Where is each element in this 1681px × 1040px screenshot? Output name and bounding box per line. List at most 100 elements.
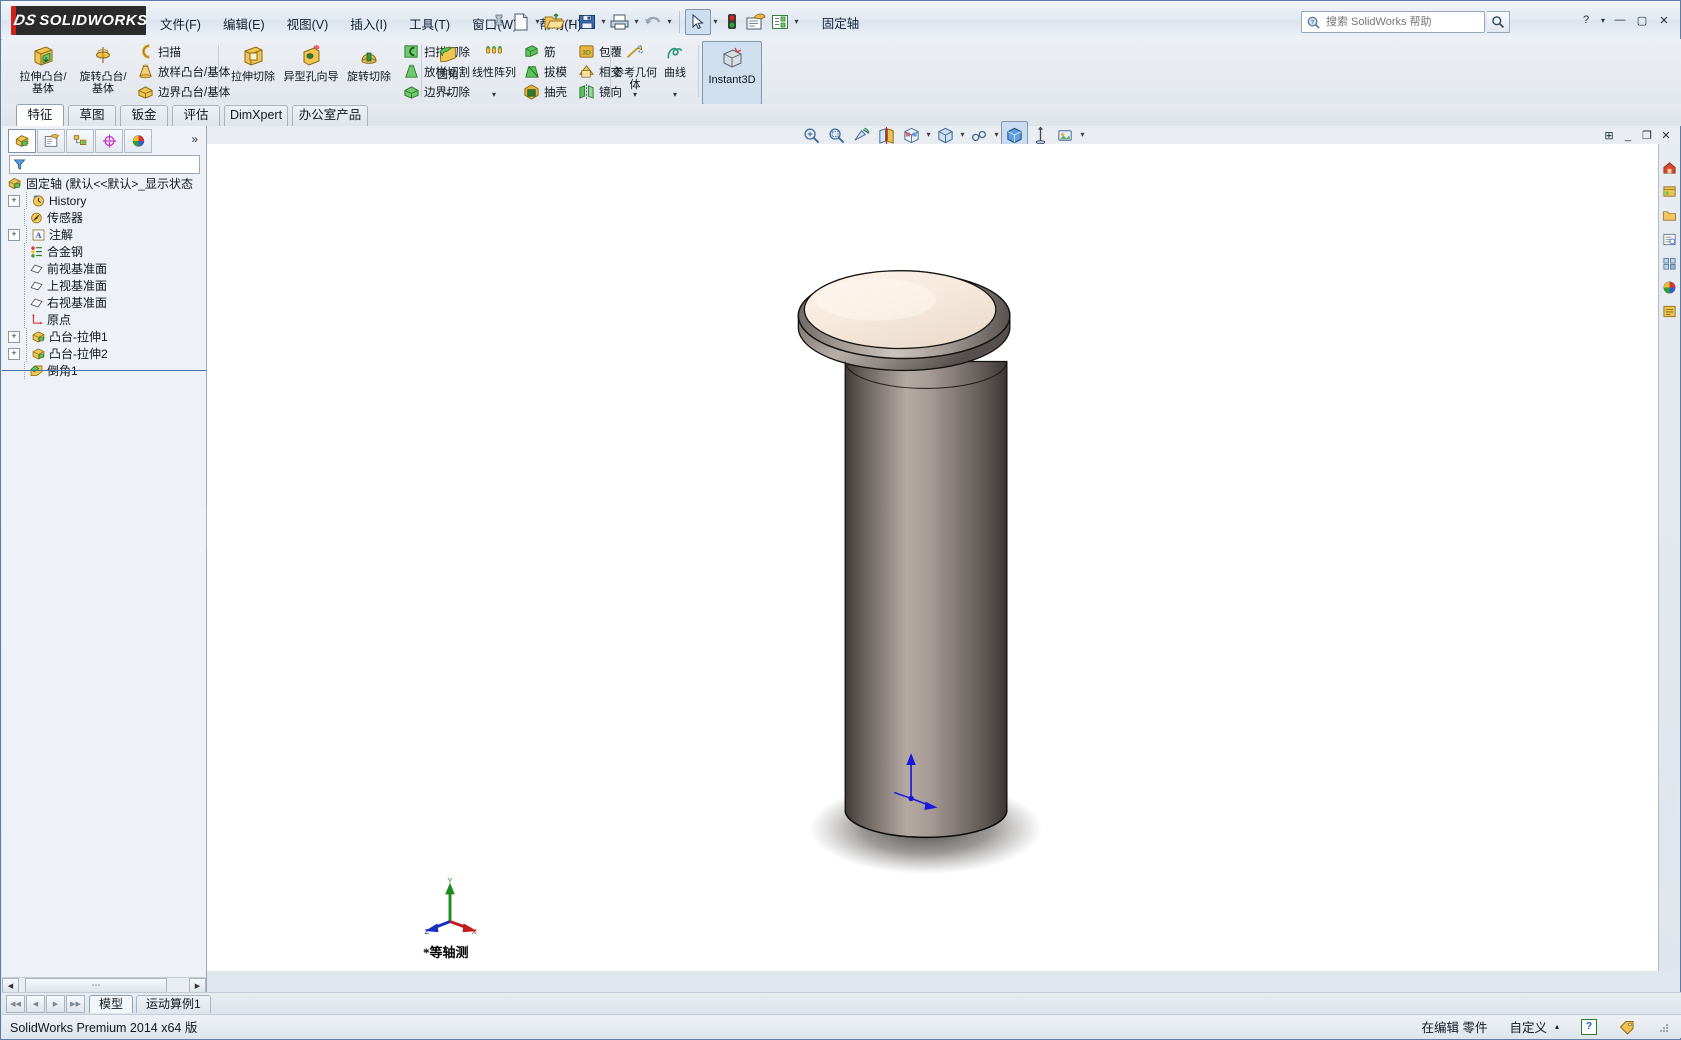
hole-wizard-button[interactable]: 异型孔向导	[282, 41, 340, 103]
configuration-manager-tab[interactable]	[66, 129, 94, 153]
file-explorer-icon[interactable]	[1659, 204, 1679, 226]
tree-item-front-plane[interactable]: 前视基准面	[2, 260, 206, 277]
tree-item-material[interactable]: 合金钢	[2, 243, 206, 260]
search-tab-icon[interactable]	[1659, 228, 1679, 250]
design-library-icon[interactable]	[1659, 180, 1679, 202]
scroll-thumb[interactable]: ⋯	[25, 978, 167, 993]
dimxpert-manager-tab[interactable]	[95, 129, 123, 153]
display-manager-tab[interactable]	[124, 129, 152, 153]
close-button[interactable]: ✕	[1654, 11, 1674, 29]
tree-item-material-label: 合金钢	[47, 245, 84, 259]
expand-annotations-icon[interactable]: +	[8, 228, 20, 241]
view-palette-icon[interactable]	[1659, 252, 1679, 274]
tree-item-history-label: History	[49, 193, 87, 208]
tag-icon[interactable]	[1619, 1019, 1635, 1035]
display-style-caret[interactable]: ▾	[958, 124, 967, 146]
swept-boss-button[interactable]: 扫描	[136, 42, 230, 62]
bottom-tab-motion-study-1[interactable]: 运动算例1	[136, 995, 211, 1013]
lofted-boss-button[interactable]: 放样凸台/基体	[136, 62, 230, 82]
status-custom-caret[interactable]: ▴	[1555, 1022, 1559, 1031]
tree-item-annotations[interactable]: + A 注解	[2, 226, 206, 243]
boundary-boss-button[interactable]: 边界凸台/基体	[136, 82, 230, 102]
linear-pattern-button[interactable]: 线性阵列	[470, 41, 518, 91]
tab-evaluate[interactable]: 评估	[172, 105, 220, 126]
tree-root-part[interactable]: 固定轴 (默认<<默认>_显示状态	[2, 175, 206, 192]
nav-last-button[interactable]: ▶▶	[66, 995, 85, 1013]
tree-horizontal-scrollbar[interactable]: ◀ ⋯ ▶	[2, 977, 206, 993]
appearances-scenes-icon[interactable]	[1659, 276, 1679, 298]
shell-button[interactable]: 抽壳	[522, 82, 567, 102]
draft-button[interactable]: 拔模	[522, 62, 567, 82]
extruded-cut-label: 拉伸切除	[231, 71, 275, 83]
expand-history-icon[interactable]: +	[8, 194, 20, 207]
triad-z-label: Z	[424, 927, 429, 935]
fillet-caret[interactable]: ▾	[426, 91, 470, 100]
expand-boss-extrude1-icon[interactable]: +	[8, 330, 20, 343]
property-manager-tab[interactable]	[37, 129, 65, 153]
tab-dimxpert[interactable]: DimXpert	[224, 105, 288, 126]
help-caret[interactable]: ▾	[1598, 11, 1608, 29]
curves-caret[interactable]: ▾	[656, 91, 694, 100]
tree-item-boss-extrude2[interactable]: + 凸台-拉伸2	[2, 345, 206, 362]
hide-show-caret[interactable]: ▾	[992, 124, 1001, 146]
tree-item-top-plane-label: 上视基准面	[47, 279, 108, 293]
tree-line	[20, 209, 29, 226]
tab-sketch[interactable]: 草图	[68, 105, 116, 126]
linear-pattern-caret[interactable]: ▾	[470, 91, 518, 100]
revolved-boss-base-button[interactable]: 旋转凸台/基体	[74, 41, 132, 103]
search-input[interactable]	[1324, 15, 1452, 29]
help-button[interactable]: ?	[1576, 11, 1596, 29]
revolved-cut-button[interactable]: 旋转切除	[340, 41, 398, 103]
nav-prev-button[interactable]: ◀	[26, 995, 45, 1013]
expand-boss-extrude2-icon[interactable]: +	[8, 347, 20, 360]
reference-geometry-caret[interactable]: ▾	[614, 91, 656, 100]
tab-sheet-metal[interactable]: 钣金	[120, 105, 168, 126]
fillet-icon	[440, 47, 456, 62]
appearance-caret[interactable]: ▾	[1078, 124, 1087, 146]
tab-features[interactable]: 特征	[16, 104, 64, 127]
scroll-left-arrow[interactable]: ◀	[2, 978, 19, 993]
graphics-viewport[interactable]: *等轴测 Y X Z	[207, 144, 1679, 971]
maximize-button[interactable]: ▢	[1632, 11, 1652, 29]
scroll-right-arrow[interactable]: ▶	[189, 978, 206, 993]
tree-item-origin[interactable]: 原点	[2, 311, 206, 328]
status-help-badge[interactable]: ?	[1581, 1018, 1597, 1035]
window-buttons: ? ▾ — ▢ ✕	[1576, 11, 1674, 29]
rib-button[interactable]: 筋	[522, 42, 567, 62]
bottom-tab-model[interactable]: 模型	[89, 995, 134, 1013]
linear-pattern-label: 线性阵列	[472, 67, 516, 79]
extrude-boss-icon	[34, 46, 53, 66]
fillet-button[interactable]: 圆角	[426, 41, 470, 91]
solidworks-resources-icon[interactable]	[1659, 156, 1679, 178]
extruded-cut-button[interactable]: 拉伸切除	[224, 41, 282, 103]
feature-filter-bar[interactable]	[9, 155, 200, 174]
tree-item-sensors-label: 传感器	[47, 211, 84, 225]
nav-first-button[interactable]: ◀◀	[6, 995, 25, 1013]
extruded-boss-base-label: 拉伸凸台/基体	[19, 71, 67, 95]
reference-geometry-button[interactable]: 参考几何体	[613, 41, 657, 91]
graphics-close-button[interactable]: ✕	[1659, 129, 1673, 142]
tree-item-history[interactable]: + History	[2, 192, 206, 209]
tree-item-boss-extrude1[interactable]: + 凸台-拉伸1	[2, 328, 206, 345]
graphics-minimize-button[interactable]: _	[1621, 130, 1635, 142]
panel-expand-chevron[interactable]: »	[191, 132, 198, 146]
tree-item-top-plane[interactable]: 上视基准面	[2, 277, 206, 294]
instant3d-button[interactable]: Instant3D	[702, 41, 762, 105]
extruded-boss-base-button[interactable]: 拉伸凸台/基体	[14, 41, 72, 103]
status-custom-text[interactable]: 自定义	[1509, 1017, 1547, 1036]
minimize-button[interactable]: —	[1610, 11, 1630, 29]
tree-rollback-bar[interactable]	[2, 370, 206, 371]
tree-item-front-plane-label: 前视基准面	[47, 262, 108, 276]
tab-office-products[interactable]: 办公室产品	[292, 105, 368, 126]
restore-all-button[interactable]: ⊞	[1602, 129, 1616, 142]
graphics-restore-button[interactable]: ❐	[1640, 129, 1654, 142]
tree-item-sensors[interactable]: 传感器	[2, 209, 206, 226]
feature-manager-tab[interactable]	[8, 129, 36, 153]
resize-grip[interactable]	[1657, 1021, 1669, 1033]
search-button[interactable]	[1487, 11, 1510, 33]
tree-item-right-plane[interactable]: 右视基准面	[2, 294, 206, 311]
nav-next-button[interactable]: ▶	[46, 995, 65, 1013]
curves-button[interactable]: 曲线	[656, 41, 694, 91]
view-orientation-caret[interactable]: ▾	[924, 124, 933, 146]
custom-properties-icon[interactable]	[1659, 300, 1679, 322]
